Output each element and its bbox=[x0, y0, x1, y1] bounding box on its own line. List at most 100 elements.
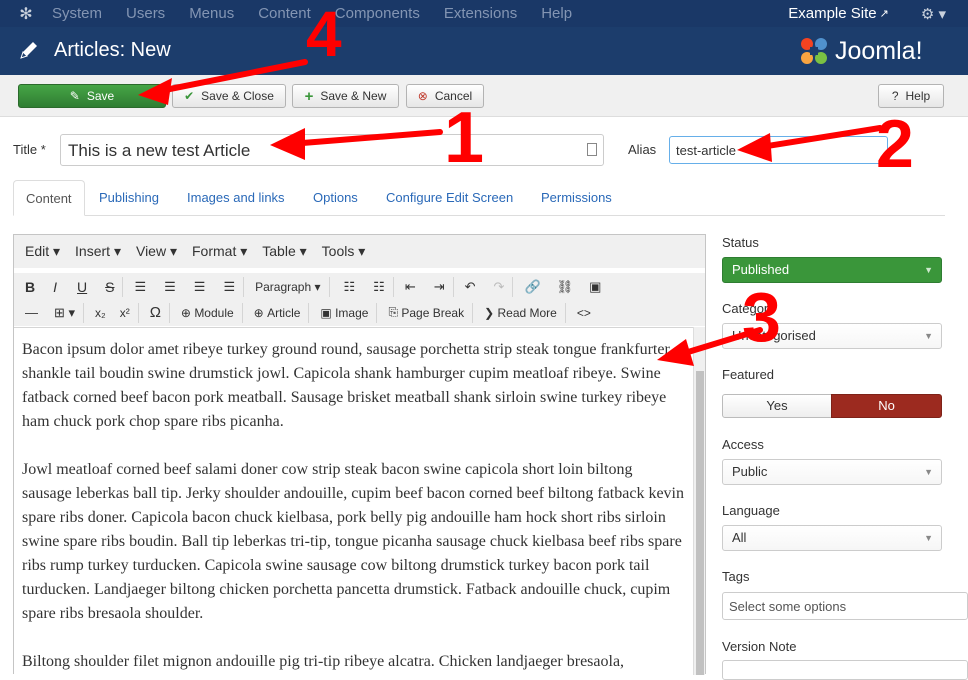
featured-yes-button[interactable]: Yes bbox=[722, 394, 832, 418]
tab-permissions[interactable]: Permissions bbox=[529, 180, 624, 216]
scrollbar-thumb[interactable] bbox=[696, 371, 704, 675]
editor-menu-edit-label: Edit bbox=[25, 243, 50, 259]
redo-icon[interactable]: ↷ bbox=[494, 279, 505, 295]
horizontal-rule-icon[interactable]: — bbox=[25, 305, 38, 320]
access-select[interactable]: Public ▼ bbox=[722, 459, 942, 485]
version-note-input[interactable] bbox=[722, 660, 968, 680]
module-icon: ⊕ bbox=[180, 305, 195, 320]
chevron-down-icon: ▼ bbox=[924, 265, 933, 275]
editor-menu-insert[interactable]: Insert ▾ bbox=[75, 243, 121, 260]
joomla-logo-icon bbox=[801, 38, 827, 64]
menu-users[interactable]: Users bbox=[126, 5, 165, 22]
pencil-icon bbox=[20, 42, 37, 59]
gear-icon[interactable]: ⚙ ▾ bbox=[921, 5, 946, 23]
italic-icon[interactable]: I bbox=[53, 279, 57, 295]
alias-label: Alias bbox=[628, 142, 657, 157]
editor-menubar: Edit ▾ Insert ▾ View ▾ Format ▾ Table ▾ … bbox=[14, 235, 705, 268]
module-button[interactable]: ⊕ Module bbox=[181, 306, 234, 320]
module-label: Module bbox=[194, 305, 234, 320]
check-icon: ✔ bbox=[184, 89, 195, 103]
undo-icon[interactable]: ↶ bbox=[465, 279, 476, 295]
annotation-number-2: 2 bbox=[876, 106, 914, 182]
tab-images-links[interactable]: Images and links bbox=[175, 180, 297, 216]
menu-components[interactable]: Components bbox=[335, 5, 420, 22]
page-header: Articles: New Joomla! bbox=[0, 27, 968, 75]
align-right-icon[interactable]: ☰ bbox=[194, 279, 206, 295]
editor-menu-edit[interactable]: Edit ▾ bbox=[25, 243, 60, 260]
outdent-icon[interactable]: ⇤ bbox=[405, 279, 416, 295]
tab-options[interactable]: Options bbox=[301, 180, 370, 216]
bold-icon[interactable]: B bbox=[25, 279, 35, 295]
language-label: Language bbox=[722, 503, 780, 518]
editor-menu-tools[interactable]: Tools ▾ bbox=[322, 243, 366, 260]
align-left-icon[interactable]: ☰ bbox=[134, 279, 146, 295]
strikethrough-icon[interactable]: S bbox=[105, 279, 114, 295]
chevron-down-icon: ❯ bbox=[484, 305, 498, 320]
save-close-button[interactable]: ✔ Save & Close bbox=[172, 84, 286, 108]
toolbar-separator bbox=[122, 276, 124, 297]
tab-publishing[interactable]: Publishing bbox=[87, 180, 171, 216]
menu-system[interactable]: System bbox=[52, 5, 102, 22]
numbered-list-icon[interactable]: ☷ bbox=[373, 279, 385, 295]
editor-menu-format[interactable]: Format ▾ bbox=[192, 243, 247, 260]
title-input[interactable]: This is a new test Article bbox=[60, 134, 604, 166]
editor-content-area[interactable]: Bacon ipsum dolor amet ribeye turkey gro… bbox=[14, 327, 693, 675]
editor-menu-view[interactable]: View ▾ bbox=[136, 243, 177, 260]
joomla-small-icon[interactable]: ✻ bbox=[0, 0, 52, 27]
menu-extensions[interactable]: Extensions bbox=[444, 5, 517, 22]
subscript-icon[interactable]: x₂ bbox=[95, 306, 106, 320]
align-justify-icon[interactable]: ☰ bbox=[223, 279, 235, 295]
language-select[interactable]: All ▼ bbox=[722, 525, 942, 551]
menu-menus[interactable]: Menus bbox=[189, 5, 234, 22]
status-value: Published bbox=[732, 262, 790, 277]
toolbar-separator bbox=[472, 302, 474, 323]
featured-no-button[interactable]: No bbox=[831, 394, 942, 418]
page-break-label: Page Break bbox=[401, 305, 465, 320]
tags-input[interactable]: Select some options bbox=[722, 592, 968, 620]
align-center-icon[interactable]: ☰ bbox=[164, 279, 176, 295]
save-new-button[interactable]: + Save & New bbox=[292, 84, 399, 108]
indent-icon[interactable]: ⇥ bbox=[434, 279, 445, 295]
help-label: Help bbox=[905, 89, 931, 103]
alias-input[interactable]: test-article bbox=[669, 136, 888, 164]
joomla-wordmark: Joomla! bbox=[835, 36, 923, 65]
featured-label: Featured bbox=[722, 367, 775, 382]
editor-menu-table[interactable]: Table ▾ bbox=[262, 243, 306, 260]
menu-help[interactable]: Help bbox=[541, 5, 572, 22]
editor-menu-format-label: Format bbox=[192, 243, 237, 259]
help-button[interactable]: ? Help bbox=[878, 84, 944, 108]
editor-scrollbar[interactable] bbox=[693, 327, 705, 675]
site-link[interactable]: Example Site bbox=[788, 5, 876, 22]
tab-configure-edit-screen[interactable]: Configure Edit Screen bbox=[374, 180, 525, 216]
page-break-button[interactable]: ⎘ Page Break bbox=[388, 305, 464, 320]
table-icon[interactable]: ⊞ ▾ bbox=[54, 305, 75, 321]
image-icon[interactable]: ▣ bbox=[589, 279, 601, 295]
tags-placeholder: Select some options bbox=[729, 599, 847, 614]
external-link-icon: ↗ bbox=[879, 8, 889, 20]
tab-content[interactable]: Content bbox=[13, 180, 85, 216]
bullet-list-icon[interactable]: ☷ bbox=[344, 279, 356, 295]
alias-value: test-article bbox=[676, 143, 736, 158]
underline-icon[interactable]: U bbox=[77, 279, 87, 295]
special-char-icon[interactable]: Ω bbox=[150, 304, 161, 321]
image-button[interactable]: ▣ Image bbox=[320, 306, 368, 320]
plus-icon: + bbox=[304, 87, 314, 105]
question-icon: ? bbox=[891, 89, 899, 103]
admin-topbar: ✻ System Users Menus Content Components … bbox=[0, 0, 968, 27]
editor-menu-tools-label: Tools bbox=[321, 243, 355, 259]
article-label: Article bbox=[267, 305, 301, 320]
save-button[interactable]: ✎ Save bbox=[18, 84, 166, 108]
superscript-icon[interactable]: x² bbox=[120, 306, 130, 320]
toolbar-separator bbox=[308, 302, 310, 323]
version-note-label: Version Note bbox=[722, 639, 797, 654]
title-value: This is a new test Article bbox=[68, 141, 251, 160]
read-more-button[interactable]: ❯ Read More bbox=[484, 306, 557, 320]
code-icon[interactable]: <> bbox=[577, 306, 591, 320]
article-button[interactable]: ⊕ Article bbox=[254, 306, 301, 320]
language-value: All bbox=[732, 530, 747, 545]
link-icon[interactable]: 🔗 bbox=[524, 279, 540, 295]
menu-content[interactable]: Content bbox=[258, 5, 311, 22]
unlink-icon[interactable]: ⛓ bbox=[557, 279, 574, 295]
annotation-number-4: 4 bbox=[306, 0, 342, 70]
format-select[interactable]: Paragraph ▾ bbox=[255, 280, 320, 294]
